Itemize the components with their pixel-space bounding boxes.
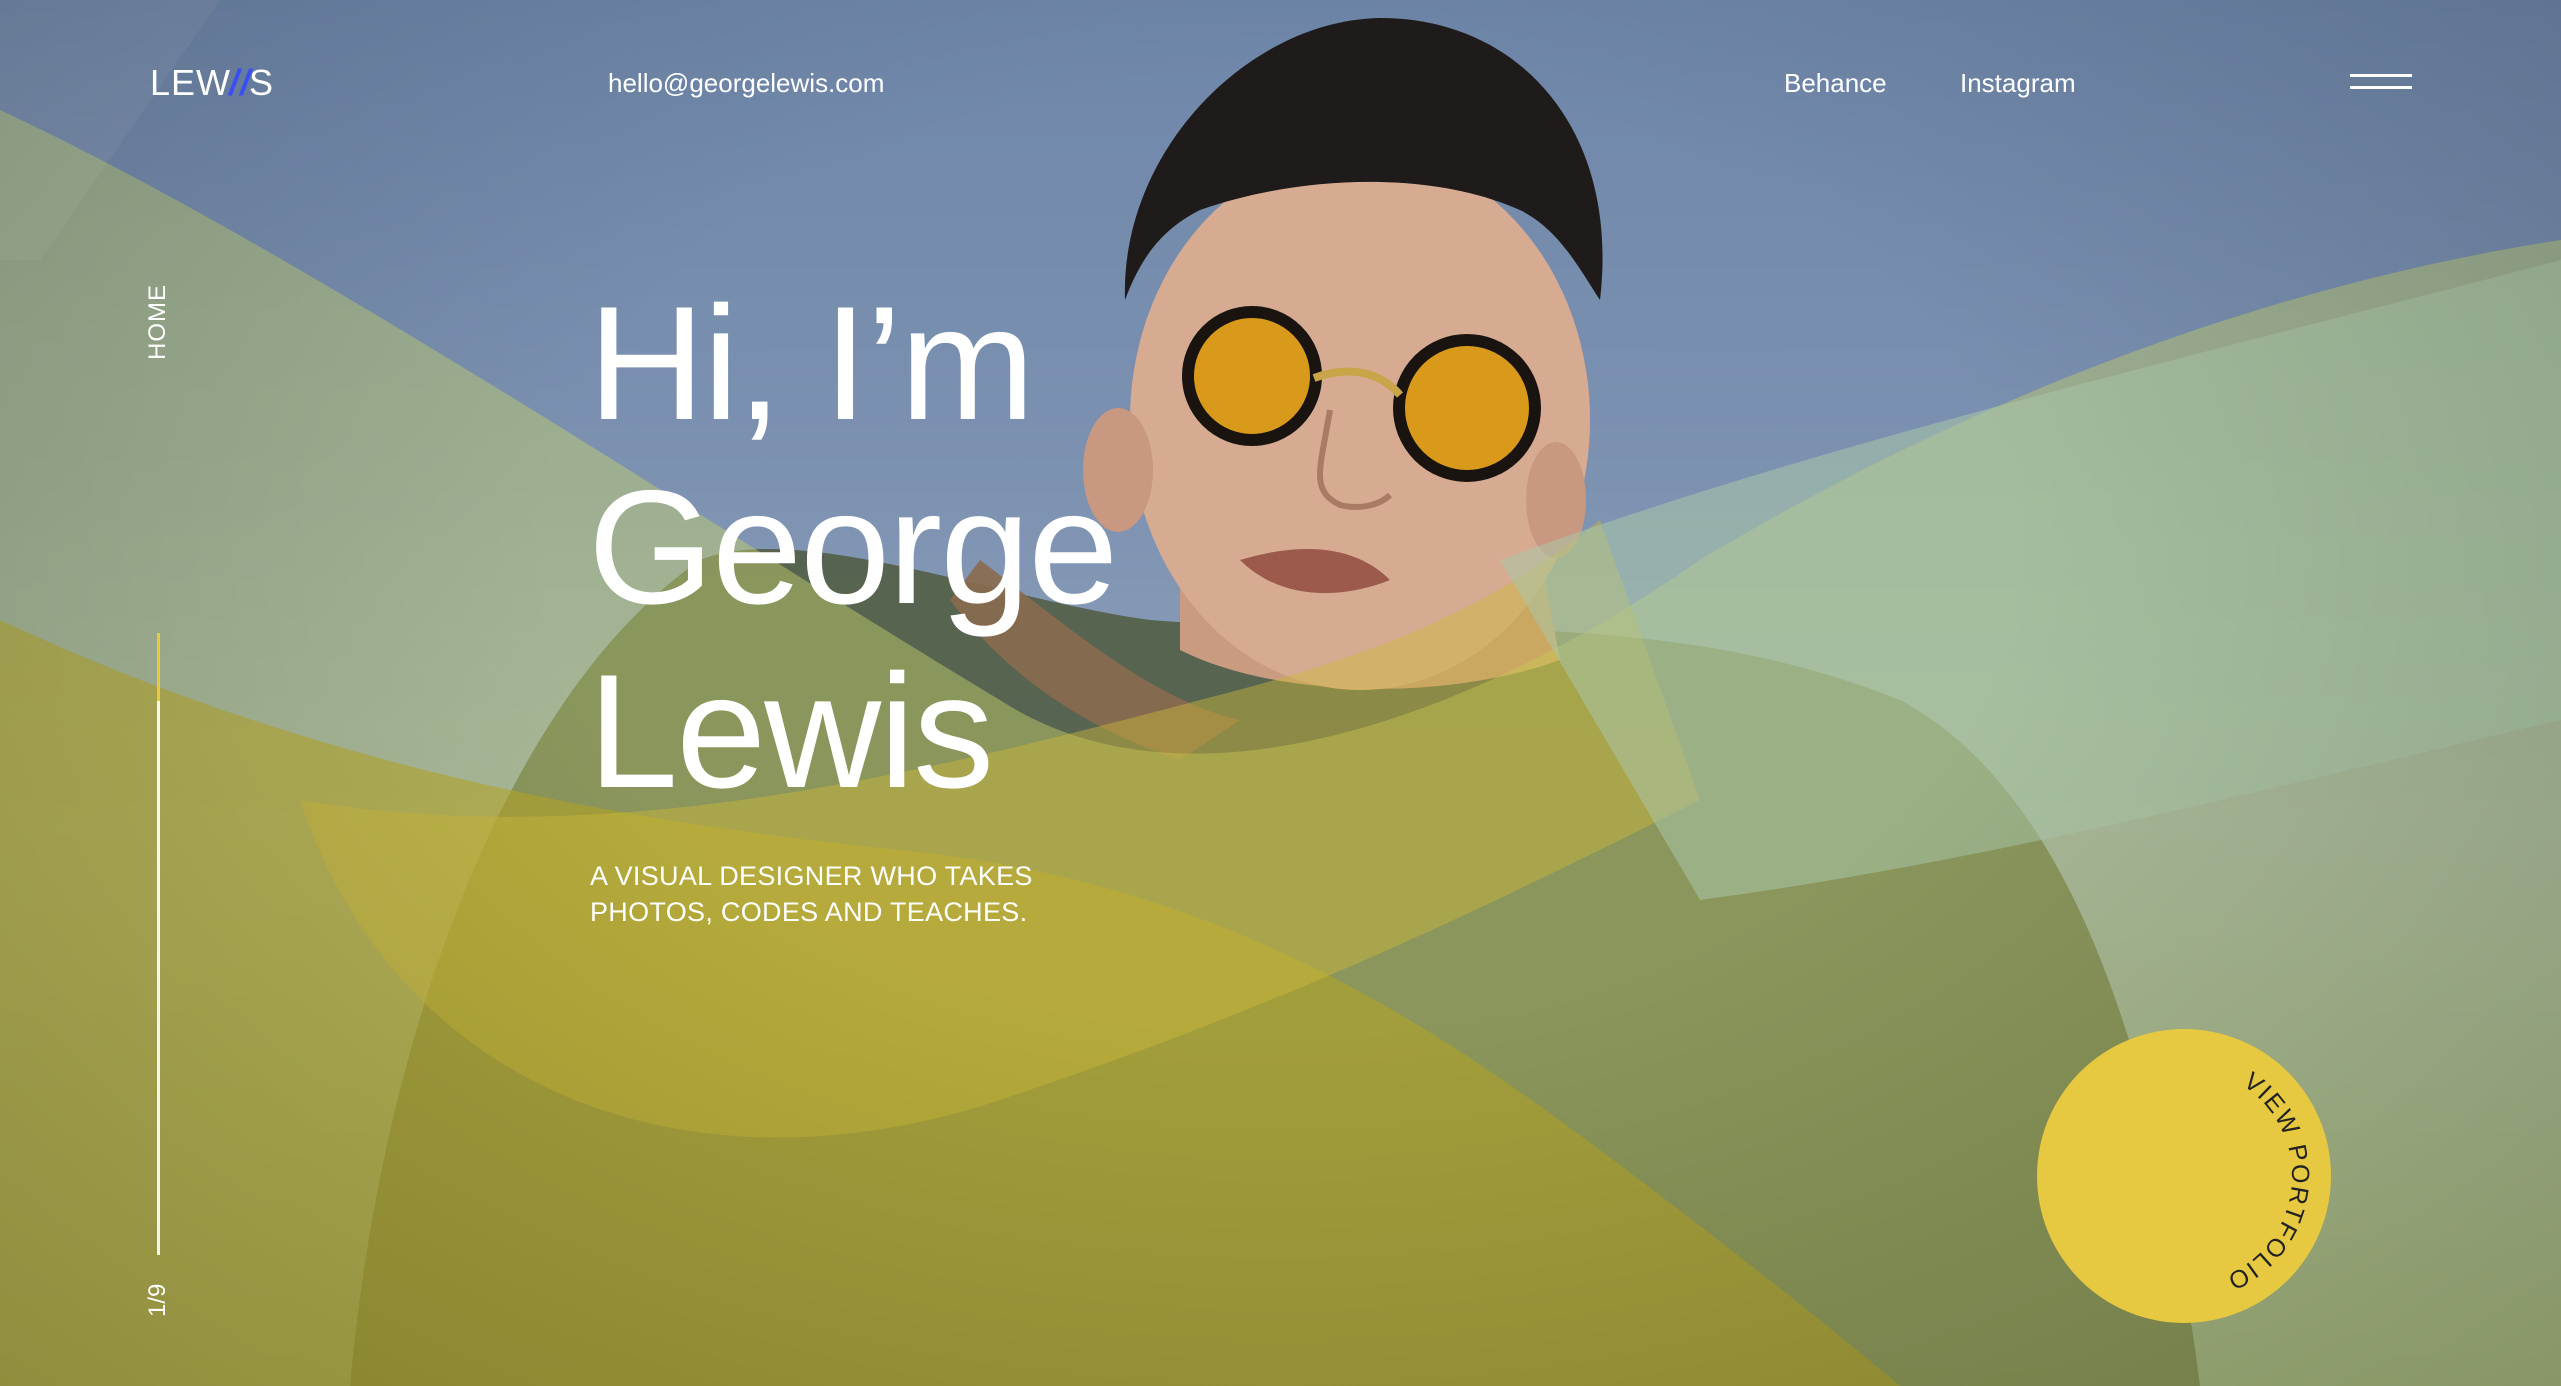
hero-title-line: Hi, I’m bbox=[588, 273, 1035, 454]
hero-subtitle: A VISUAL DESIGNER WHO TAKES PHOTOS, CODE… bbox=[590, 858, 1033, 930]
hamburger-icon[interactable] bbox=[2350, 72, 2412, 92]
slide-progress-fill bbox=[157, 633, 160, 701]
hero-title-line: George bbox=[588, 457, 1118, 638]
nav-link-behance[interactable]: Behance bbox=[1784, 68, 1887, 99]
hero-subtitle-line: PHOTOS, CODES AND TEACHES. bbox=[590, 897, 1028, 927]
view-portfolio-button[interactable]: VIEW PORTFOLIO bbox=[2037, 1029, 2331, 1323]
menu-line bbox=[2350, 86, 2412, 89]
nav-link-instagram[interactable]: Instagram bbox=[1960, 68, 2076, 99]
logo-slash: // bbox=[229, 62, 252, 103]
logo-suffix: S bbox=[249, 62, 275, 103]
logo[interactable]: LEW//S bbox=[150, 62, 274, 104]
menu-line bbox=[2350, 74, 2412, 77]
hero-subtitle-line: A VISUAL DESIGNER WHO TAKES bbox=[590, 861, 1033, 891]
section-label: HOME bbox=[144, 284, 171, 360]
view-portfolio-ring: VIEW PORTFOLIO bbox=[2222, 1067, 2314, 1296]
slide-counter: 1/9 bbox=[144, 1283, 171, 1317]
view-portfolio-label-path: VIEW PORTFOLIO bbox=[2222, 1067, 2312, 1296]
hero-title: Hi, I’m George Lewis bbox=[588, 272, 1118, 824]
logo-prefix: LEW bbox=[150, 62, 232, 103]
slide-progress-track bbox=[157, 633, 160, 1255]
email-link[interactable]: hello@georgelewis.com bbox=[608, 68, 884, 99]
page: LEW//S hello@georgelewis.com Behance Ins… bbox=[0, 0, 2561, 1386]
view-portfolio-label: VIEW PORTFOLIO bbox=[2222, 1067, 2314, 1296]
hero-title-line: Lewis bbox=[588, 641, 994, 822]
